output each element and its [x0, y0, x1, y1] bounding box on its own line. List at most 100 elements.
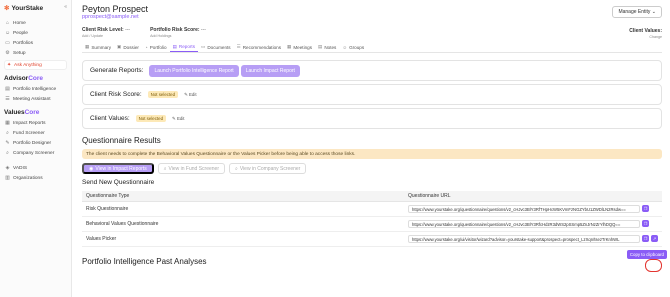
sidebar-item-portfolios[interactable]: ▭ Portfolios: [4, 38, 67, 48]
sidebar-item-company-screener[interactable]: ⌕ Company Screener: [4, 148, 67, 158]
recommend-icon: ☰: [236, 44, 241, 49]
sidebar-item-people[interactable]: ☺ People: [4, 28, 67, 38]
copy-tooltip: Copy to clipboard: [626, 250, 667, 259]
view-fund-screener-button[interactable]: ⌕ View in Fund Screener: [157, 163, 226, 174]
folder-icon: ▭: [201, 44, 206, 49]
search-icon: ⌕: [6, 130, 9, 136]
sidebar-item-meeting-assistant[interactable]: ☰ Meeting Assistant: [4, 94, 67, 104]
launch-impact-report-button[interactable]: Launch Impact Report: [240, 64, 300, 77]
generate-reports-card: Generate Reports: Launch Portfolio Intel…: [82, 60, 662, 81]
tab-documents[interactable]: ▭ Documents: [198, 42, 234, 52]
table-row: Risk Questionnaire https://www.yourstake…: [82, 201, 662, 217]
home-icon: ⌂: [5, 20, 10, 26]
sidebar: ✻ YourStake « ⌂ Home ☺ People ▭ Portfolios …: [0, 0, 72, 297]
tab-meetings[interactable]: ▦ Meetings: [284, 42, 315, 52]
client-values-card: Client Values: Not selected ✎ Edit: [82, 108, 662, 129]
copy-icon[interactable]: ❐: [642, 220, 649, 227]
column-header-type: Questionnaire Type: [82, 191, 404, 202]
column-header-url: Questionnaire URL: [404, 191, 662, 202]
tab-portfolio[interactable]: ◔ Portfolio: [142, 42, 170, 52]
questionnaire-results-heading: Questionnaire Results: [82, 136, 161, 145]
tab-dossier[interactable]: ▣ Dossier: [114, 42, 142, 52]
logo-icon: ✻: [4, 5, 10, 12]
status-badge: Not selected: [135, 115, 167, 122]
sidebar-item-organizations[interactable]: ▥ Organizations: [4, 173, 67, 183]
status-badge: Not selected: [147, 91, 179, 98]
design-icon: ✎: [5, 140, 10, 146]
sidebar-item-vadis[interactable]: ◈ VADIS: [4, 163, 67, 173]
external-link-icon[interactable]: ↗: [651, 235, 658, 242]
values-core-heading: ValuesCore: [4, 109, 40, 116]
report-icon: ▤: [172, 43, 177, 49]
edit-icon: ✎: [172, 115, 176, 121]
table-row: Values Picker https://www.yourstake.org/…: [82, 231, 662, 247]
sparkle-icon: ✦: [7, 62, 12, 68]
sidebar-item-home[interactable]: ⌂ Home: [4, 18, 67, 28]
portfolio-icon: ◔: [144, 44, 148, 50]
values-nav: ▦ Impact Reports ⌕ Fund Screener ✎ Portfoli…: [4, 118, 67, 158]
groups-icon: ☺: [342, 44, 348, 50]
assistant-icon: ☰: [5, 96, 10, 102]
search-icon: ⌕: [235, 165, 238, 172]
search-icon: ⌕: [6, 150, 9, 156]
tab-reports[interactable]: ▤ Reports: [169, 42, 198, 52]
sidebar-item-setup[interactable]: ⚙ Setup: [4, 48, 67, 58]
questionnaire-table: Questionnaire Type Questionnaire URL Ris…: [82, 191, 662, 247]
view-impact-reports-button[interactable]: ◉ View in Impact Reports: [82, 163, 154, 174]
add-update-link[interactable]: Add / Update: [82, 34, 130, 38]
sidebar-nav-top: ⌂ Home ☺ People ▭ Portfolios ⚙ Setup: [4, 18, 67, 58]
ask-anything-button[interactable]: ✦ Ask Anything: [4, 60, 67, 70]
people-icon: ☺: [4, 30, 11, 36]
search-icon: ⌕: [163, 165, 167, 172]
url-field[interactable]: https://www.yourstake.org/questionnaire/…: [408, 219, 640, 228]
folder-icon: ▭: [5, 40, 10, 46]
advisor-core-heading: AdvisorCore: [4, 75, 44, 82]
add-holdings-link[interactable]: Add Holdings: [150, 34, 206, 38]
brand[interactable]: ✻ YourStake: [4, 3, 67, 13]
edit-icon: ✎: [184, 91, 188, 97]
tab-recommendations[interactable]: ☰ Recommendations: [234, 42, 284, 52]
tab-summary[interactable]: ▦ Summary: [82, 42, 114, 52]
page-title: Peyton Prospect: [82, 4, 149, 14]
sidebar-item-fund-screener[interactable]: ⌕ Fund Screener: [4, 128, 67, 138]
past-analyses-heading: Portfolio Intelligence Past Analyses: [82, 256, 207, 266]
url-field[interactable]: https://www.yourstake.org/ui/visitor/wiz…: [408, 234, 640, 243]
report-icon: ▦: [5, 120, 10, 126]
view-company-screener-button[interactable]: ⌕ View in Company Screener: [229, 163, 307, 174]
eye-icon: ◉: [89, 165, 94, 172]
highlight-circle: [645, 259, 662, 272]
edit-values-button[interactable]: ✎ Edit: [172, 116, 185, 122]
collapse-sidebar-icon[interactable]: «: [64, 4, 67, 10]
client-risk-level: Client Risk Level: --- Add / Update: [82, 27, 131, 38]
bottom-nav: ◈ VADIS ▥ Organizations: [4, 163, 67, 183]
app: ✻ YourStake « ⌂ Home ☺ People ▭ Portfolios …: [0, 0, 670, 297]
sidebar-item-impact-reports[interactable]: ▦ Impact Reports: [4, 118, 67, 128]
dossier-icon: ▣: [117, 44, 122, 49]
metrics-row: Client Risk Level: --- Add / Update Port…: [82, 27, 662, 38]
advisor-nav: ▤ Portfolio Intelligence ☰ Meeting Assista…: [4, 84, 67, 104]
main-content: Peyton Prospect pprospect@sample.net Man…: [72, 0, 670, 297]
change-link[interactable]: Change: [629, 35, 662, 39]
sidebar-item-portfolio-designer[interactable]: ✎ Portfolio Designer: [4, 138, 67, 148]
portfolio-risk-score: Portfolio Risk Score: --- Add Holdings: [150, 27, 206, 38]
edit-risk-score-button[interactable]: ✎ Edit: [184, 92, 197, 98]
chart-icon: ▤: [5, 86, 10, 92]
brand-name: YourStake: [11, 4, 44, 12]
tab-notes[interactable]: ▤ Notes: [315, 42, 339, 52]
chevron-down-icon: ⌄: [651, 9, 656, 15]
url-field[interactable]: https://www.yourstake.org/questionnaire/…: [408, 204, 640, 213]
table-header-row: Questionnaire Type Questionnaire URL: [82, 191, 662, 202]
building-icon: ▥: [5, 175, 10, 181]
copy-icon[interactable]: ❐: [642, 205, 649, 212]
launch-portfolio-intelligence-button[interactable]: Launch Portfolio Intelligence Report: [149, 64, 239, 77]
sidebar-item-portfolio-intelligence[interactable]: ▤ Portfolio Intelligence: [4, 84, 67, 94]
table-row: Behavioral Values Questionnaire https://…: [82, 216, 662, 232]
calendar-icon: ▦: [287, 44, 292, 49]
notes-icon: ▤: [318, 44, 323, 49]
tab-groups[interactable]: ☺ Groups: [339, 42, 367, 52]
manage-entity-button[interactable]: Manage Entity ⌄: [612, 6, 662, 18]
client-email[interactable]: pprospect@sample.net: [82, 14, 662, 22]
client-risk-score-card: Client Risk Score: Not selected ✎ Edit: [82, 84, 662, 105]
client-values-metric: Client Values: Change: [629, 28, 662, 39]
copy-icon[interactable]: ❐: [642, 235, 649, 242]
